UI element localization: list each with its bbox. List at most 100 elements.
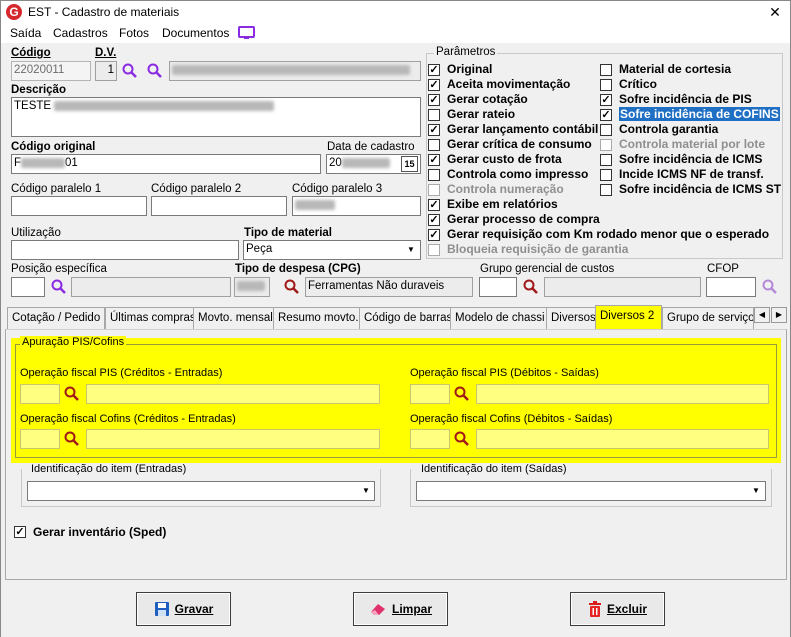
menu-saida[interactable]: Saída	[10, 26, 41, 40]
search-icon[interactable]	[453, 430, 471, 448]
cofins-debito-code[interactable]	[410, 429, 450, 449]
tab-scroll-right-button[interactable]: ▶	[771, 307, 787, 323]
sofre-incidencia-de-pis-checkbox[interactable]: ✓	[600, 94, 612, 106]
search-icon[interactable]	[121, 62, 139, 80]
controla-garantia-checkbox[interactable]	[600, 124, 612, 136]
cofins-credito-descricao	[86, 429, 380, 449]
original-checkbox[interactable]: ✓	[428, 64, 440, 76]
gerar-processo-de-compra-checkbox[interactable]: ✓	[428, 214, 440, 226]
pis-credito-code[interactable]	[20, 384, 60, 404]
codigo-paralelo-3-label: Código paralelo 3	[292, 183, 383, 195]
search-icon[interactable]	[522, 278, 540, 296]
utilizacao-field[interactable]	[11, 240, 239, 260]
identificacao-entradas-select[interactable]	[27, 481, 375, 501]
sofre-incidencia-de-pis-label: Sofre incidência de PIS	[619, 92, 752, 106]
controla-numeracao-label: Controla numeração	[447, 182, 564, 196]
sofre-incidencia-de-cofins-checkbox[interactable]: ✓	[600, 109, 612, 121]
limpar-label: Limpar	[391, 602, 432, 616]
gerar-inventario-checkbox[interactable]: ✓	[14, 526, 26, 538]
descricao-label: Descrição	[11, 84, 66, 96]
descricao-field[interactable]: TESTE	[11, 97, 421, 137]
search-icon[interactable]	[761, 278, 779, 296]
controla-garantia-label: Controla garantia	[619, 122, 719, 136]
aceita-movimentacao-checkbox[interactable]: ✓	[428, 79, 440, 91]
gerar-processo-de-compra-label: Gerar processo de compra	[447, 212, 600, 226]
codigo-field[interactable]: 22020011	[11, 61, 91, 81]
tab-grupo-servico[interactable]: Grupo de serviço	[662, 307, 754, 329]
gerar-critica-de-consumo-checkbox[interactable]	[428, 139, 440, 151]
tab-resumo-movto[interactable]: Resumo movto.	[273, 307, 364, 329]
search-icon[interactable]	[50, 278, 68, 296]
gerar-requisicao-com-km-rodado-menor-que-o-esperado-label: Gerar requisição com Km rodado menor que…	[447, 227, 770, 241]
tipo-material-label: Tipo de material	[244, 227, 332, 239]
chevron-down-icon[interactable]: ▼	[360, 485, 372, 497]
codigo-paralelo-2-field[interactable]	[151, 196, 287, 216]
gerar-cotacao-checkbox[interactable]: ✓	[428, 94, 440, 106]
gerar-rateio-checkbox[interactable]	[428, 109, 440, 121]
search-icon[interactable]	[453, 385, 471, 403]
data-cadastro-label: Data de cadastro	[327, 141, 415, 153]
tipo-material-select[interactable]: Peça	[243, 240, 421, 260]
posicao-field[interactable]	[11, 277, 45, 297]
tab-scroll-left-button[interactable]: ◀	[754, 307, 770, 323]
calendar-icon[interactable]: 15	[401, 156, 418, 172]
codigo-paralelo-1-field[interactable]	[11, 196, 147, 216]
menu-fotos[interactable]: Fotos	[119, 26, 149, 40]
search-icon[interactable]	[283, 278, 301, 296]
identificacao-saidas-select[interactable]	[416, 481, 766, 501]
controla-material-por-lote-checkbox	[600, 139, 612, 151]
codigo-original-field[interactable]: F 01	[11, 154, 321, 174]
limpar-button[interactable]: Limpar	[353, 592, 448, 626]
search-icon[interactable]	[146, 62, 164, 80]
tab-cotacao-pedido[interactable]: Cotação / Pedido	[7, 307, 106, 329]
sofre-incidencia-de-cofins-label: Sofre incidência de COFINS	[619, 107, 780, 121]
tab-diversos[interactable]: Diversos	[546, 307, 601, 329]
gerar-requisicao-com-km-rodado-menor-que-o-esperado-checkbox[interactable]: ✓	[428, 229, 440, 241]
pis-debito-code[interactable]	[410, 384, 450, 404]
gerar-custo-de-frota-label: Gerar custo de frota	[447, 152, 562, 166]
codigo-original-suffix: 01	[65, 157, 78, 169]
window-title: EST - Cadastro de materiais	[28, 5, 180, 19]
codigo-paralelo-1-label: Código paralelo 1	[11, 183, 102, 195]
incide-icms-nf-de-transf-checkbox[interactable]	[600, 169, 612, 181]
descricao-value: TESTE	[14, 100, 52, 112]
exibe-em-relatorios-checkbox[interactable]: ✓	[428, 199, 440, 211]
sofre-incidencia-de-icms-checkbox[interactable]	[600, 154, 612, 166]
tab-codigo-barras[interactable]: Código de barras	[359, 307, 458, 329]
gravar-label: Gravar	[174, 602, 214, 616]
tab-diversos-2[interactable]: Diversos 2	[595, 305, 662, 329]
sofre-incidencia-de-icms-st-label: Sofre incidência de ICMS ST	[619, 182, 782, 196]
cfop-field[interactable]	[706, 277, 756, 297]
tab-movto-mensal[interactable]: Movto. mensal	[193, 307, 278, 329]
dv-field[interactable]: 1	[95, 61, 117, 81]
material-de-cortesia-checkbox[interactable]	[600, 64, 612, 76]
codigo-paralelo-2-label: Código paralelo 2	[151, 183, 242, 195]
close-button[interactable]: ✕	[763, 2, 787, 22]
main-window: { "window": {"title": "EST - Cadastro de…	[0, 0, 791, 637]
gerar-custo-de-frota-checkbox[interactable]: ✓	[428, 154, 440, 166]
monitor-icon[interactable]	[238, 26, 255, 40]
menu-cadastros[interactable]: Cadastros	[53, 26, 108, 40]
gravar-button[interactable]: Gravar	[136, 592, 231, 626]
cofins-credito-code[interactable]	[20, 429, 60, 449]
bloqueia-requisicao-de-garantia-label: Bloqueia requisição de garantia	[447, 242, 629, 256]
tipo-despesa-code[interactable]	[234, 277, 270, 297]
posicao-descricao-field	[71, 277, 231, 297]
search-icon[interactable]	[63, 385, 81, 403]
gerar-lancamento-contabil-checkbox[interactable]: ✓	[428, 124, 440, 136]
chevron-down-icon[interactable]: ▼	[405, 244, 417, 256]
grupo-gerencial-field[interactable]	[479, 277, 517, 297]
tab-modelo-chassi[interactable]: Modelo de chassi	[450, 307, 550, 329]
menu-documentos[interactable]: Documentos	[162, 26, 229, 40]
parametros-title: Parâmetros	[434, 46, 498, 58]
chevron-down-icon[interactable]: ▼	[750, 485, 762, 497]
identificacao-entradas-label: Identificação do item (Entradas)	[31, 463, 187, 475]
controla-como-impresso-checkbox[interactable]	[428, 169, 440, 181]
search-icon[interactable]	[63, 430, 81, 448]
tab-ultimas-compras[interactable]: Últimas compras	[105, 307, 201, 329]
critico-checkbox[interactable]	[600, 79, 612, 91]
codigo-paralelo-3-field[interactable]	[292, 196, 421, 216]
sofre-incidencia-de-icms-st-checkbox[interactable]	[600, 184, 612, 196]
controla-como-impresso-label: Controla como impresso	[447, 167, 589, 181]
excluir-button[interactable]: Excluir	[570, 592, 665, 626]
